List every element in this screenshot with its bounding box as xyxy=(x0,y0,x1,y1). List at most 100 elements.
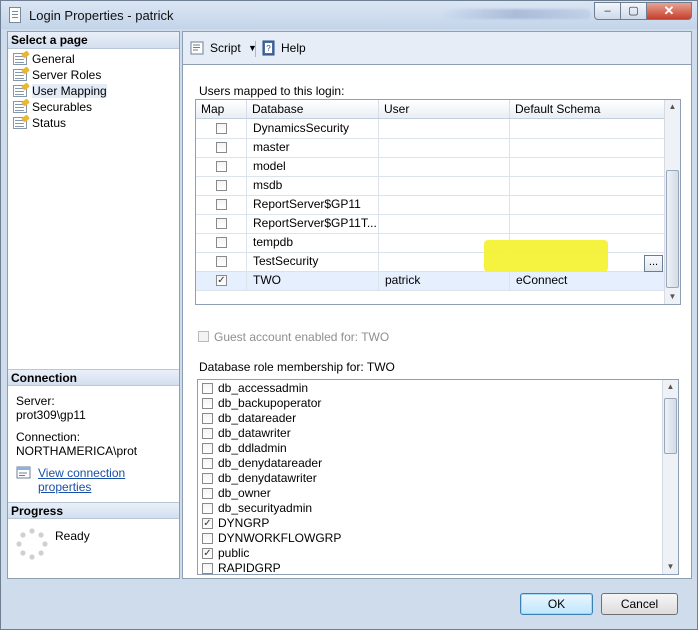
role-membership-list: db_accessadmin db_backupoperator db_data… xyxy=(197,379,679,575)
user-cell[interactable] xyxy=(379,195,510,214)
user-cell[interactable] xyxy=(379,214,510,233)
database-cell: master xyxy=(247,138,379,157)
column-header-default-schema[interactable]: Default Schema xyxy=(510,100,665,118)
sidebar-item-status[interactable]: Status xyxy=(12,115,179,131)
list-item[interactable]: db_securityadmin xyxy=(202,501,312,516)
server-value: prot309\gp11 xyxy=(16,408,86,422)
guest-account-checkbox[interactable]: Guest account enabled for: TWO xyxy=(198,330,389,344)
role-checkbox[interactable] xyxy=(202,398,213,409)
role-name: db_ddladmin xyxy=(218,441,287,455)
role-name: db_securityadmin xyxy=(218,501,313,515)
sidebar-item-user-mapping[interactable]: User Mapping xyxy=(12,83,179,99)
table-row[interactable]: ReportServer$GP11 xyxy=(196,195,665,215)
list-item[interactable]: RAPIDGRP xyxy=(202,561,281,574)
user-mapping-panel: Users mapped to this login: Map Database… xyxy=(182,64,692,579)
map-checkbox[interactable] xyxy=(216,275,227,286)
schema-cell[interactable] xyxy=(510,138,665,157)
table-row[interactable]: ReportServer$GP11T... xyxy=(196,214,665,234)
map-checkbox[interactable] xyxy=(216,199,227,210)
schema-cell[interactable]: eConnect xyxy=(510,271,640,290)
column-header-database[interactable]: Database xyxy=(247,100,379,118)
user-cell[interactable] xyxy=(379,176,510,195)
scroll-down-icon[interactable]: ▼ xyxy=(665,290,680,304)
user-cell[interactable]: patrick xyxy=(379,271,510,290)
role-name: public xyxy=(218,546,250,560)
guest-checkbox-box[interactable] xyxy=(198,331,209,342)
scroll-thumb[interactable] xyxy=(664,398,677,454)
list-item[interactable]: db_denydatawriter xyxy=(202,471,317,486)
cancel-button[interactable]: Cancel xyxy=(601,593,678,615)
list-item[interactable]: db_denydatareader xyxy=(202,456,322,471)
role-checkbox[interactable] xyxy=(202,443,213,454)
map-checkbox[interactable] xyxy=(216,180,227,191)
minimize-button[interactable]: – xyxy=(594,2,621,20)
column-header-map[interactable]: Map xyxy=(196,100,247,118)
table-row[interactable]: msdb xyxy=(196,176,665,196)
role-checkbox[interactable] xyxy=(202,458,213,469)
role-name: db_owner xyxy=(218,486,271,500)
sidebar-item-server-roles[interactable]: Server Roles xyxy=(12,67,179,83)
view-connection-properties-link[interactable]: View connection properties xyxy=(16,466,179,494)
role-checkbox[interactable] xyxy=(202,473,213,484)
database-cell: TestSecurity xyxy=(247,252,379,271)
map-checkbox[interactable] xyxy=(216,256,227,267)
scroll-down-icon[interactable]: ▼ xyxy=(663,560,678,574)
role-checkbox[interactable] xyxy=(202,488,213,499)
table-row[interactable]: DynamicsSecurity xyxy=(196,119,665,139)
page-icon xyxy=(13,53,27,65)
sidebar-item-securables[interactable]: Securables xyxy=(12,99,179,115)
help-label: Help xyxy=(281,41,306,55)
schema-cell[interactable] xyxy=(510,119,665,138)
scroll-up-icon[interactable]: ▲ xyxy=(665,100,680,114)
grid-header: Map Database User Default Schema xyxy=(196,100,665,119)
sidebar-item-general[interactable]: General xyxy=(12,51,179,67)
role-checkbox[interactable] xyxy=(202,548,213,559)
close-button[interactable]: ✕ xyxy=(646,2,692,20)
progress-spinner-icon xyxy=(16,528,48,560)
list-item[interactable]: db_accessadmin xyxy=(202,381,308,396)
toolbar-separator xyxy=(255,41,256,57)
list-item[interactable]: db_owner xyxy=(202,486,271,501)
role-checkbox[interactable] xyxy=(202,413,213,424)
list-item[interactable]: DYNWORKFLOWGRP xyxy=(202,531,341,546)
role-checkbox[interactable] xyxy=(202,383,213,394)
list-item[interactable]: db_backupoperator xyxy=(202,396,321,411)
ok-button[interactable]: OK xyxy=(520,593,593,615)
schema-cell[interactable] xyxy=(510,214,665,233)
user-cell[interactable] xyxy=(379,157,510,176)
list-item[interactable]: db_datawriter xyxy=(202,426,291,441)
table-row-selected[interactable]: TWO patrick eConnect xyxy=(196,271,665,291)
table-row[interactable]: model xyxy=(196,157,665,177)
title-bar[interactable]: Login Properties - patrick – ▢ ✕ xyxy=(1,1,697,29)
login-properties-window: Login Properties - patrick – ▢ ✕ Select … xyxy=(0,0,698,630)
user-cell[interactable] xyxy=(379,138,510,157)
column-header-user[interactable]: User xyxy=(379,100,510,118)
map-checkbox[interactable] xyxy=(216,142,227,153)
user-cell[interactable] xyxy=(379,119,510,138)
scroll-thumb[interactable] xyxy=(666,170,679,288)
map-checkbox[interactable] xyxy=(216,123,227,134)
grid-scrollbar[interactable]: ▲ ▼ xyxy=(664,100,680,304)
database-cell: tempdb xyxy=(247,233,379,252)
roles-scrollbar[interactable]: ▲ ▼ xyxy=(662,380,678,574)
role-checkbox[interactable] xyxy=(202,533,213,544)
schema-cell[interactable] xyxy=(510,176,665,195)
map-checkbox[interactable] xyxy=(216,237,227,248)
browse-schema-button[interactable]: ... xyxy=(644,255,663,272)
list-item[interactable]: db_datareader xyxy=(202,411,296,426)
page-icon xyxy=(13,117,27,129)
role-checkbox[interactable] xyxy=(202,518,213,529)
scroll-up-icon[interactable]: ▲ xyxy=(663,380,678,394)
schema-cell[interactable] xyxy=(510,157,665,176)
role-checkbox[interactable] xyxy=(202,428,213,439)
schema-cell[interactable] xyxy=(510,195,665,214)
role-checkbox[interactable] xyxy=(202,503,213,514)
list-item[interactable]: public xyxy=(202,546,249,561)
role-checkbox[interactable] xyxy=(202,563,213,574)
map-checkbox[interactable] xyxy=(216,218,227,229)
list-item[interactable]: db_ddladmin xyxy=(202,441,287,456)
map-checkbox[interactable] xyxy=(216,161,227,172)
table-row[interactable]: master xyxy=(196,138,665,158)
list-item[interactable]: DYNGRP xyxy=(202,516,269,531)
maximize-button[interactable]: ▢ xyxy=(620,2,647,20)
